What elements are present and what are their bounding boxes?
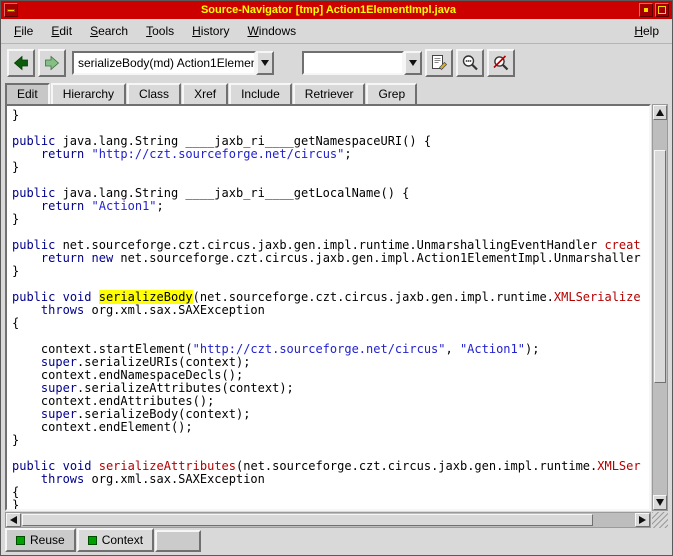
vertical-scroll-thumb[interactable] (654, 150, 666, 383)
toolbar: serializeBody(md) Action1Elemen (1, 44, 672, 82)
horizontal-scroll-thumb[interactable] (22, 514, 593, 526)
menu-help[interactable]: Help (625, 20, 668, 42)
code-line: } (12, 434, 649, 447)
menu-edit[interactable]: Edit (42, 20, 81, 42)
menu-windows[interactable]: Windows (238, 20, 305, 42)
search-combo-input[interactable] (302, 51, 404, 75)
window-title: Source-Navigator [tmp] Action1ElementImp… (19, 4, 638, 16)
tab-class[interactable]: Class (127, 83, 181, 104)
history-forward-button[interactable] (38, 49, 66, 77)
tab-edit[interactable]: Edit (5, 83, 50, 104)
search-button[interactable] (456, 49, 484, 77)
status-tab-empty[interactable] (155, 530, 201, 552)
tab-grep[interactable]: Grep (366, 83, 417, 104)
horizontal-scrollbar[interactable] (5, 512, 651, 528)
menu-tools[interactable]: Tools (137, 20, 183, 42)
resize-grip[interactable] (652, 512, 668, 528)
search-icon (461, 54, 479, 72)
up-arrow-icon (656, 109, 664, 116)
view-tabs: EditHierarchyClassXrefIncludeRetrieverGr… (1, 82, 672, 104)
code-line: { (12, 317, 649, 330)
code-line: } (12, 499, 649, 511)
green-indicator-icon (88, 536, 97, 545)
code-line: throws org.xml.sax.SAXException (12, 304, 649, 317)
tab-retriever[interactable]: Retriever (293, 83, 366, 104)
scroll-up-button[interactable] (653, 105, 667, 120)
open-editor-button[interactable] (425, 49, 453, 77)
tab-include[interactable]: Include (229, 83, 292, 104)
vertical-scrollbar[interactable] (652, 104, 668, 511)
code-line: { (12, 486, 649, 499)
code-line: } (12, 109, 649, 122)
app-window: Source-Navigator [tmp] Action1ElementImp… (0, 0, 673, 556)
menubar: FileEditSearchToolsHistoryWindows Help (1, 19, 672, 44)
code-line: return "Action1"; (12, 200, 649, 213)
code-line: return "http://czt.sourceforge.net/circu… (12, 148, 649, 161)
status-tab-reuse[interactable]: Reuse (5, 528, 76, 552)
status-tab-label: Context (102, 533, 143, 547)
status-tab-context[interactable]: Context (77, 528, 154, 552)
grep-icon (492, 54, 510, 72)
history-back-button[interactable] (7, 49, 35, 77)
code-line: throws org.xml.sax.SAXException (12, 473, 649, 486)
code-line: context.endElement(); (12, 421, 649, 434)
editor-frame: } public java.lang.String ____jaxb_ri___… (1, 104, 672, 528)
horizontal-scroll-track[interactable] (21, 513, 635, 527)
hscroll-row (5, 512, 668, 528)
scroll-left-button[interactable] (6, 513, 21, 527)
titlebar[interactable]: Source-Navigator [tmp] Action1ElementImp… (1, 1, 672, 19)
code-line: } (12, 161, 649, 174)
search-combo-dropdown-button[interactable] (404, 51, 422, 75)
window-menu-button[interactable] (4, 3, 18, 17)
scroll-right-button[interactable] (635, 513, 650, 527)
vertical-scroll-track[interactable] (653, 120, 667, 495)
menu-file[interactable]: File (5, 20, 42, 42)
code-editor[interactable]: } public java.lang.String ____jaxb_ri___… (5, 104, 651, 511)
symbol-combo-dropdown-button[interactable] (256, 51, 274, 75)
symbol-combo-input[interactable]: serializeBody(md) Action1Elemen (72, 51, 256, 75)
iconify-icon (644, 8, 648, 12)
code-line: } (12, 265, 649, 278)
iconify-button[interactable] (639, 3, 653, 17)
tab-hierarchy[interactable]: Hierarchy (51, 83, 126, 104)
green-indicator-icon (16, 536, 25, 545)
menubar-items: FileEditSearchToolsHistoryWindows (5, 20, 625, 42)
forward-arrow-icon (42, 53, 62, 73)
editor-document-icon (430, 54, 448, 72)
menu-history[interactable]: History (183, 20, 238, 42)
chevron-down-icon (409, 60, 417, 66)
symbol-combobox: serializeBody(md) Action1Elemen (72, 51, 274, 75)
chevron-down-icon (261, 60, 269, 66)
back-arrow-icon (11, 53, 31, 73)
window-menu-icon (7, 9, 15, 12)
editor-wrap: } public java.lang.String ____jaxb_ri___… (5, 104, 668, 511)
search-combobox (302, 51, 422, 75)
left-arrow-icon (10, 516, 17, 524)
statusbar: Reuse Context (1, 528, 672, 555)
status-tab-label: Reuse (30, 533, 65, 547)
tab-xref[interactable]: Xref (182, 83, 228, 104)
grep-button[interactable] (487, 49, 515, 77)
right-arrow-icon (639, 516, 646, 524)
maximize-button[interactable] (655, 3, 669, 17)
code-line: return new net.sourceforge.czt.circus.ja… (12, 252, 649, 265)
symbol-combo-value: serializeBody(md) Action1Elemen (78, 56, 256, 70)
down-arrow-icon (656, 499, 664, 506)
menu-search[interactable]: Search (81, 20, 137, 42)
code-line: } (12, 213, 649, 226)
maximize-icon (658, 6, 666, 14)
status-tabs: Reuse Context (5, 528, 202, 552)
scroll-down-button[interactable] (653, 495, 667, 510)
